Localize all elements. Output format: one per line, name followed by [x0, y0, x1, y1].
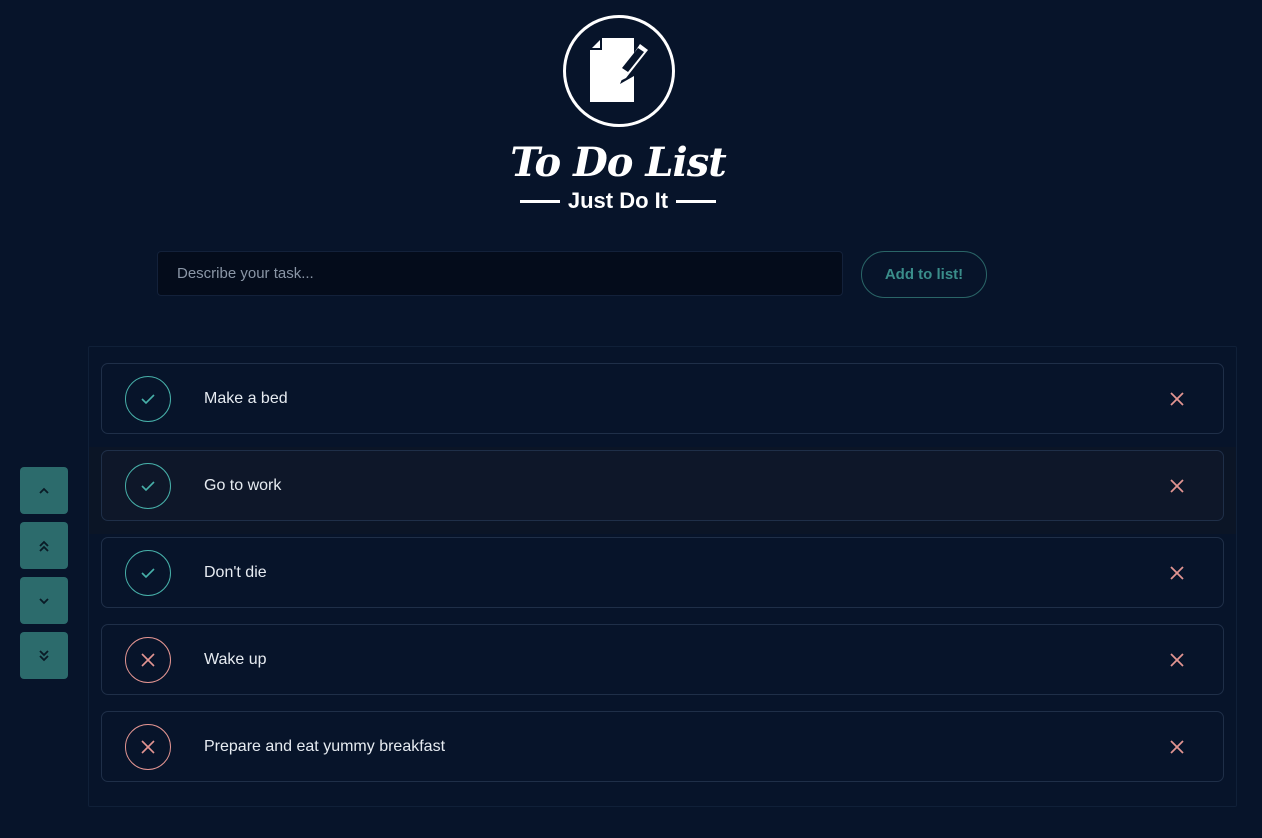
- close-icon: [1170, 565, 1184, 580]
- double-chevron-up-icon: [39, 540, 49, 552]
- notepad-pencil-icon: [563, 15, 675, 127]
- app-logo: To Do List Just Do It: [0, 0, 1262, 230]
- check-icon: [141, 393, 155, 404]
- delete-task-button[interactable]: [1166, 562, 1188, 584]
- divider: [676, 199, 717, 203]
- check-icon: [141, 567, 155, 578]
- task-label: Don't die: [204, 563, 267, 581]
- toggle-done-button[interactable]: [125, 723, 171, 770]
- task-row[interactable]: Make a bed: [101, 363, 1224, 434]
- task-row[interactable]: Go to work: [101, 450, 1224, 521]
- add-to-list-button[interactable]: Add to list!: [861, 251, 987, 298]
- divider: [519, 199, 560, 203]
- toggle-done-button[interactable]: [125, 549, 171, 596]
- chevron-down-icon: [39, 597, 49, 604]
- move-down-button[interactable]: [20, 577, 68, 624]
- close-icon: [1170, 478, 1184, 493]
- task-list: Make a bed Go to work Don't die Wake up …: [88, 346, 1237, 807]
- task-input[interactable]: [157, 251, 843, 296]
- close-icon: [141, 739, 155, 754]
- task-label: Make a bed: [204, 389, 288, 407]
- close-icon: [1170, 739, 1184, 754]
- toggle-done-button[interactable]: [125, 375, 171, 422]
- chevron-up-icon: [39, 487, 49, 494]
- logo-title: To Do List: [510, 139, 726, 186]
- reorder-controls: [20, 467, 68, 687]
- toggle-done-button[interactable]: [125, 636, 171, 683]
- task-row[interactable]: Prepare and eat yummy breakfast: [101, 711, 1224, 782]
- delete-task-button[interactable]: [1166, 649, 1188, 671]
- close-icon: [1170, 391, 1184, 406]
- delete-task-button[interactable]: [1166, 388, 1188, 410]
- close-icon: [141, 652, 155, 667]
- delete-task-button[interactable]: [1166, 475, 1188, 497]
- check-icon: [141, 480, 155, 491]
- logo-subtitle-text: Just Do It: [567, 188, 669, 213]
- task-label: Wake up: [204, 650, 267, 668]
- move-to-top-button[interactable]: [20, 522, 68, 569]
- move-to-bottom-button[interactable]: [20, 632, 68, 679]
- delete-task-button[interactable]: [1166, 736, 1188, 758]
- logo-subtitle: Just Do It: [518, 186, 718, 216]
- move-up-button[interactable]: [20, 467, 68, 514]
- task-row[interactable]: Don't die: [101, 537, 1224, 608]
- task-row[interactable]: Wake up: [101, 624, 1224, 695]
- toggle-done-button[interactable]: [125, 462, 171, 509]
- close-icon: [1170, 652, 1184, 667]
- task-label: Prepare and eat yummy breakfast: [204, 737, 446, 755]
- double-chevron-down-icon: [39, 649, 49, 661]
- task-label: Go to work: [204, 476, 282, 494]
